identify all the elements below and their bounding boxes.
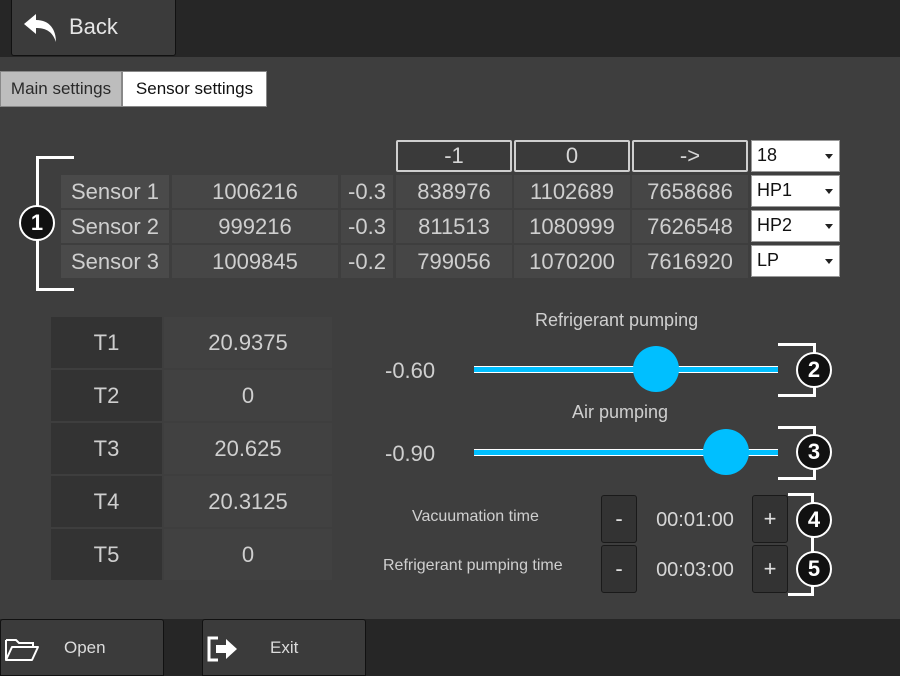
sensor-1-raw: 1006216: [172, 175, 338, 208]
sensor-1-value-2: 1102689: [514, 175, 630, 208]
sensor-2-name: Sensor 2: [61, 210, 169, 243]
callout-badge-1: 1: [19, 205, 55, 241]
refrigerant-time-label: Refrigerant pumping time: [383, 557, 563, 574]
sensor-3-value-2: 1070200: [514, 245, 630, 278]
column-header-next[interactable]: ->: [632, 140, 748, 172]
sensor-2-type-select[interactable]: HP2: [751, 210, 840, 242]
temp-value-t5: 0: [164, 529, 332, 580]
refrigerant-time-value: 00:03:00: [656, 559, 734, 581]
open-label: Open: [64, 638, 106, 657]
tab-sensor-settings[interactable]: Sensor settings: [122, 71, 267, 107]
sensor-2-value-3: 7626548: [632, 210, 748, 243]
callout-badge-2: 2: [796, 352, 832, 388]
exit-icon: [207, 636, 237, 662]
refrigerant-plus-button[interactable]: +: [752, 545, 788, 593]
column-header-minus1[interactable]: -1: [396, 140, 512, 172]
temp-value-t4: 20.3125: [164, 476, 332, 527]
sensor-1-offset[interactable]: -0.3: [341, 175, 393, 208]
sensor-3-type-select[interactable]: LP: [751, 245, 840, 277]
vacuumation-plus-button[interactable]: +: [752, 495, 788, 543]
exit-label: Exit: [270, 638, 299, 657]
folder-open-icon: [5, 639, 39, 661]
sensor-1-value-1: 838976: [396, 175, 512, 208]
sensor-3-name: Sensor 3: [61, 245, 169, 278]
sensor-3-raw: 1009845: [172, 245, 338, 278]
temp-value-t1: 20.9375: [164, 317, 332, 368]
chevron-down-icon: [825, 259, 833, 264]
chevron-down-icon: [825, 154, 833, 159]
tab-main-settings[interactable]: Main settings: [0, 71, 122, 107]
sensor-3-value-1: 799056: [396, 245, 512, 278]
sensor-3-type-value: LP: [757, 250, 780, 270]
callout-badge-3: 3: [796, 434, 832, 470]
air-pumping-title: Air pumping: [572, 402, 669, 422]
refrigerant-pumping-knob[interactable]: [633, 346, 680, 392]
sensor-2-type-value: HP2: [757, 215, 793, 235]
temp-value-t2: 0: [164, 370, 332, 421]
air-pumping-knob[interactable]: [703, 429, 750, 475]
header-select-value: 18: [757, 145, 778, 165]
vacuumation-minus-button[interactable]: -: [601, 495, 637, 543]
temp-label-t1: T1: [51, 317, 162, 368]
refrigerant-minus-button[interactable]: -: [601, 545, 637, 593]
callout-badge-5: 5: [796, 551, 832, 587]
chevron-down-icon: [825, 224, 833, 229]
sensor-1-name: Sensor 1: [61, 175, 169, 208]
temp-label-t3: T3: [51, 423, 162, 474]
back-arrow-icon: [24, 14, 56, 42]
exit-button[interactable]: Exit: [202, 619, 366, 676]
sensor-3-offset[interactable]: -0.2: [341, 245, 393, 278]
refrigerant-pumping-title: Refrigerant pumping: [535, 310, 699, 330]
temp-label-t5: T5: [51, 529, 162, 580]
chevron-down-icon: [825, 189, 833, 194]
temp-label-t2: T2: [51, 370, 162, 421]
sensor-2-value-1: 811513: [396, 210, 512, 243]
air-pumping-value: -0.90: [385, 441, 436, 466]
sensor-2-raw: 999216: [172, 210, 338, 243]
back-button[interactable]: Back: [11, 0, 176, 56]
back-label: Back: [69, 14, 118, 39]
sensor-2-offset[interactable]: -0.3: [341, 210, 393, 243]
open-button[interactable]: Open: [0, 619, 164, 676]
sensor-1-type-value: HP1: [757, 180, 793, 200]
refrigerant-pumping-value: -0.60: [385, 358, 436, 383]
vacuumation-time-value: 00:01:00: [656, 509, 734, 531]
sensor-3-value-3: 7616920: [632, 245, 748, 278]
sensor-2-value-2: 1080999: [514, 210, 630, 243]
refrigerant-pumping-track[interactable]: [474, 366, 778, 373]
temp-label-t4: T4: [51, 476, 162, 527]
temp-value-t3: 20.625: [164, 423, 332, 474]
header-select[interactable]: 18: [751, 140, 840, 172]
vacuumation-time-label: Vacuumation time: [412, 508, 539, 525]
column-header-zero[interactable]: 0: [514, 140, 630, 172]
sensor-1-value-3: 7658686: [632, 175, 748, 208]
callout-badge-4: 4: [796, 502, 832, 538]
sensor-1-type-select[interactable]: HP1: [751, 175, 840, 207]
